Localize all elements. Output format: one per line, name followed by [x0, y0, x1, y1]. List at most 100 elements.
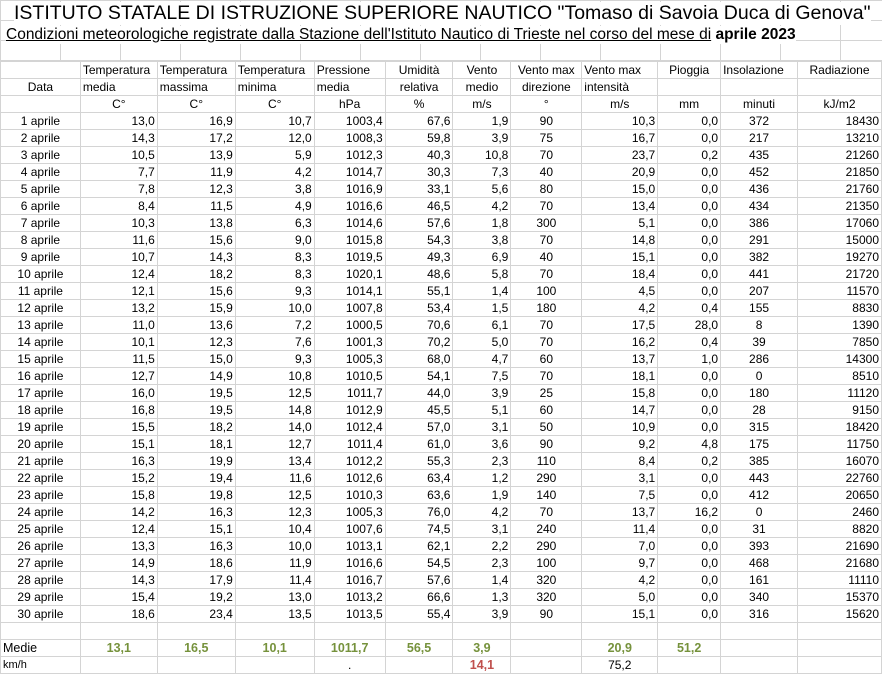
data-cell[interactable]: 3,8 [452, 231, 512, 249]
data-cell[interactable]: 1003,4 [313, 112, 386, 130]
data-cell[interactable]: 1019,5 [313, 248, 386, 266]
data-cell[interactable]: 21260 [797, 146, 882, 164]
data-cell[interactable]: 70 [510, 333, 583, 351]
data-cell[interactable]: 3,8 [234, 180, 315, 198]
data-cell[interactable]: 207 [720, 282, 799, 300]
data-cell[interactable]: 291 [720, 231, 799, 249]
data-cell[interactable]: 14,8 [581, 231, 659, 249]
date-cell[interactable]: 9 aprile [0, 248, 81, 266]
data-cell[interactable]: 60 [510, 350, 583, 368]
data-cell[interactable]: 0,0 [657, 401, 722, 419]
data-cell[interactable]: 19,8 [156, 486, 236, 504]
data-cell[interactable]: 13,7 [581, 350, 659, 368]
data-cell[interactable]: 21720 [797, 265, 882, 283]
data-cell[interactable]: 16,3 [156, 503, 236, 521]
data-cell[interactable]: 1014,1 [313, 282, 386, 300]
data-cell[interactable]: 1,9 [452, 112, 512, 130]
data-cell[interactable]: 5,1 [581, 214, 659, 232]
data-cell[interactable]: 14,3 [156, 248, 236, 266]
data-cell[interactable]: 13,0 [79, 112, 158, 130]
data-cell[interactable]: 13,3 [79, 537, 158, 555]
data-cell[interactable]: 18,1 [156, 435, 236, 453]
data-cell[interactable]: 382 [720, 248, 799, 266]
date-cell[interactable]: 22 aprile [0, 469, 81, 487]
data-cell[interactable]: 1011,7 [313, 384, 386, 402]
data-cell[interactable]: 15,8 [79, 486, 158, 504]
data-cell[interactable]: 46,5 [384, 197, 454, 215]
data-cell[interactable]: 60 [510, 401, 583, 419]
data-cell[interactable]: 8830 [797, 299, 882, 317]
data-cell[interactable]: 61,0 [384, 435, 454, 453]
header-cell[interactable] [797, 78, 882, 96]
data-cell[interactable]: 13,5 [234, 605, 315, 623]
data-cell[interactable]: 16,0 [79, 384, 158, 402]
data-cell[interactable]: 14,2 [79, 503, 158, 521]
header-cell[interactable] [0, 95, 81, 113]
data-cell[interactable]: 0,0 [657, 282, 722, 300]
data-cell[interactable]: 13,9 [156, 146, 236, 164]
data-cell[interactable]: 59,8 [384, 129, 454, 147]
data-cell[interactable]: 48,6 [384, 265, 454, 283]
data-cell[interactable]: 21680 [797, 554, 882, 572]
data-cell[interactable]: 1015,8 [313, 231, 386, 249]
date-cell[interactable]: 29 aprile [0, 588, 81, 606]
data-cell[interactable]: 315 [720, 418, 799, 436]
header-cell[interactable]: % [384, 95, 454, 113]
data-cell[interactable]: 70 [510, 265, 583, 283]
average-cell[interactable]: 51,2 [657, 639, 722, 657]
data-cell[interactable]: 7850 [797, 333, 882, 351]
header-cell[interactable]: Data [0, 78, 81, 96]
data-cell[interactable]: 443 [720, 469, 799, 487]
data-cell[interactable]: 75 [510, 129, 583, 147]
data-cell[interactable]: 1,9 [452, 486, 512, 504]
data-cell[interactable]: 10,3 [581, 112, 659, 130]
data-cell[interactable]: 15620 [797, 605, 882, 623]
data-cell[interactable]: 54,1 [384, 367, 454, 385]
data-cell[interactable]: 1016,6 [313, 197, 386, 215]
date-cell[interactable]: 5 aprile [0, 180, 81, 198]
data-cell[interactable]: 15,6 [156, 282, 236, 300]
header-cell[interactable]: Temperatura [156, 61, 236, 79]
data-cell[interactable]: 9,0 [234, 231, 315, 249]
data-cell[interactable]: 0,0 [657, 418, 722, 436]
data-cell[interactable]: 55,3 [384, 452, 454, 470]
date-cell[interactable]: 27 aprile [0, 554, 81, 572]
data-cell[interactable]: 15000 [797, 231, 882, 249]
date-cell[interactable]: 13 aprile [0, 316, 81, 334]
kmh-wind-avg[interactable]: 14,1 [452, 656, 512, 674]
data-cell[interactable]: 21760 [797, 180, 882, 198]
data-cell[interactable]: 11,4 [581, 520, 659, 538]
date-cell[interactable]: 8 aprile [0, 231, 81, 249]
data-cell[interactable]: 1,4 [452, 571, 512, 589]
average-cell[interactable]: 56,5 [384, 639, 454, 657]
data-cell[interactable]: 7,6 [234, 333, 315, 351]
data-cell[interactable]: 1013,5 [313, 605, 386, 623]
data-cell[interactable]: 9,7 [581, 554, 659, 572]
average-cell[interactable] [797, 639, 882, 657]
data-cell[interactable]: 19,5 [156, 384, 236, 402]
data-cell[interactable]: 1001,3 [313, 333, 386, 351]
data-cell[interactable]: 12,0 [234, 129, 315, 147]
date-cell[interactable]: 15 aprile [0, 350, 81, 368]
data-cell[interactable]: 7,3 [452, 163, 512, 181]
data-cell[interactable]: 40 [510, 248, 583, 266]
data-cell[interactable]: 18420 [797, 418, 882, 436]
data-cell[interactable]: 1010,3 [313, 486, 386, 504]
data-cell[interactable]: 18,4 [581, 265, 659, 283]
data-cell[interactable]: 1012,3 [313, 146, 386, 164]
data-cell[interactable]: 23,4 [156, 605, 236, 623]
data-cell[interactable]: 1014,6 [313, 214, 386, 232]
date-cell[interactable]: 20 aprile [0, 435, 81, 453]
data-cell[interactable]: 54,3 [384, 231, 454, 249]
data-cell[interactable]: 0,0 [657, 231, 722, 249]
data-cell[interactable]: 180 [510, 299, 583, 317]
data-cell[interactable]: 1012,4 [313, 418, 386, 436]
date-cell[interactable]: 2 aprile [0, 129, 81, 147]
data-cell[interactable]: 441 [720, 265, 799, 283]
data-cell[interactable]: 180 [720, 384, 799, 402]
data-cell[interactable]: 8 [720, 316, 799, 334]
data-cell[interactable]: 21850 [797, 163, 882, 181]
data-cell[interactable]: 16,3 [79, 452, 158, 470]
header-cell[interactable] [657, 78, 722, 96]
data-cell[interactable]: 15,4 [79, 588, 158, 606]
